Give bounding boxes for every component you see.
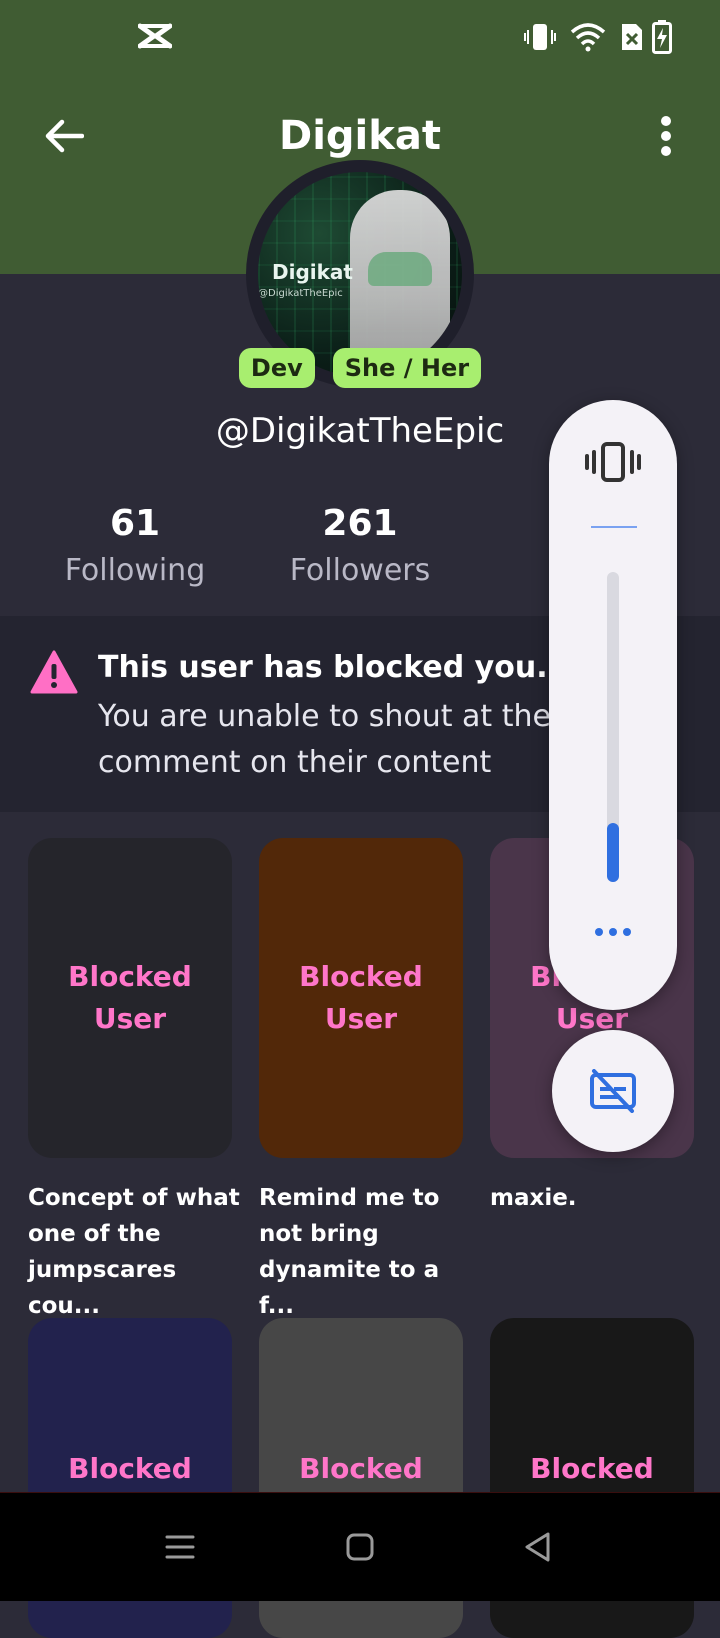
badge-dev: Dev bbox=[238, 348, 315, 388]
post-caption[interactable]: Concept of what one of the jumpscares co… bbox=[28, 1180, 242, 1324]
post-caption[interactable]: maxie. bbox=[490, 1180, 704, 1216]
system-navigation-bar bbox=[0, 1492, 720, 1601]
volume-indicator-line bbox=[591, 526, 637, 528]
stat-followers[interactable]: 261 Followers bbox=[250, 500, 470, 594]
recents-button[interactable] bbox=[148, 1517, 212, 1577]
home-button[interactable] bbox=[328, 1517, 392, 1577]
back-nav-button[interactable] bbox=[506, 1517, 570, 1577]
post-caption[interactable]: Remind me to not bring dynamite to a f..… bbox=[259, 1180, 473, 1324]
stat-label: Following bbox=[64, 553, 206, 588]
post-card[interactable]: Blocked User bbox=[259, 838, 463, 1158]
stat-value: 261 bbox=[322, 503, 398, 544]
post-blocked-label: Blocked bbox=[68, 1452, 192, 1485]
stat-following[interactable]: 61 Following bbox=[25, 500, 245, 594]
avatar-character bbox=[350, 190, 450, 370]
status-bar bbox=[0, 0, 720, 72]
back-icon bbox=[525, 1532, 550, 1562]
post-blocked-label: Blocked bbox=[530, 1452, 654, 1485]
warning-triangle-icon bbox=[30, 650, 78, 694]
wifi-icon bbox=[570, 23, 606, 52]
avatar-handle: @DigikatTheEpic bbox=[258, 288, 343, 299]
more-horizontal-icon[interactable] bbox=[595, 926, 631, 938]
captions-off-icon bbox=[590, 1069, 636, 1113]
stat-label: Followers bbox=[289, 553, 431, 588]
post-blocked-label: Blocked User bbox=[299, 960, 423, 1035]
post-blocked-label: Blocked User bbox=[68, 960, 192, 1035]
post-card[interactable]: Blocked User bbox=[28, 838, 232, 1158]
battery-charging-icon bbox=[652, 20, 672, 54]
recents-icon bbox=[165, 1535, 195, 1559]
vibrate-icon[interactable] bbox=[585, 440, 641, 484]
page-title: Digikat bbox=[279, 113, 441, 159]
avatar[interactable]: Digikat @DigikatTheEpic bbox=[258, 172, 462, 376]
profile-badges: Dev She / Her bbox=[0, 348, 720, 388]
avatar-name: Digikat bbox=[272, 260, 353, 284]
blocked-title: This user has blocked you. bbox=[98, 650, 548, 685]
no-sim-icon bbox=[622, 24, 642, 50]
volume-slider-fill[interactable] bbox=[607, 823, 619, 882]
post-blocked-label: Blocked bbox=[299, 1452, 423, 1485]
volume-panel bbox=[549, 400, 677, 1010]
more-vertical-icon bbox=[661, 116, 671, 156]
stat-value: 61 bbox=[109, 503, 161, 544]
more-options-button[interactable] bbox=[648, 112, 684, 160]
vibrate-icon bbox=[524, 24, 556, 50]
live-caption-button[interactable] bbox=[552, 1030, 674, 1152]
badge-pronouns: She / Her bbox=[332, 348, 482, 388]
capcut-icon bbox=[138, 23, 172, 49]
home-icon bbox=[346, 1533, 374, 1561]
